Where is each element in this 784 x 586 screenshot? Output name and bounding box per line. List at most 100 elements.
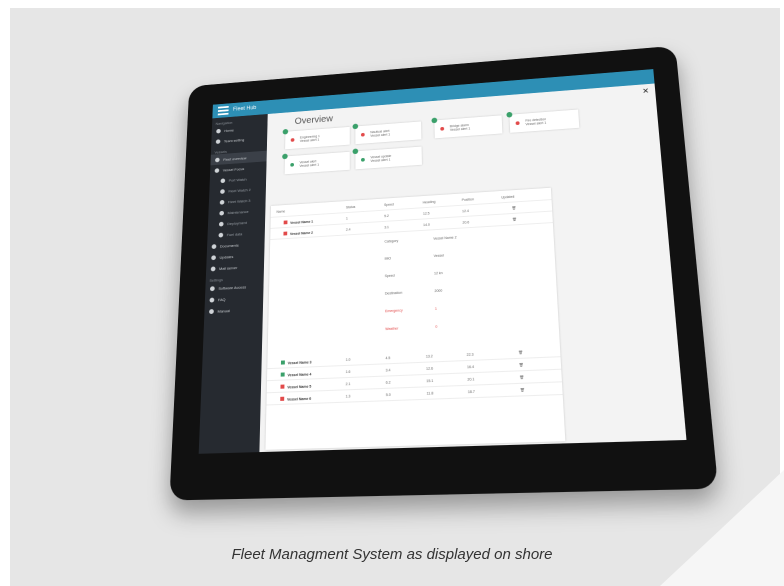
card-text: Vessel update Vessel alert 1 bbox=[370, 154, 392, 163]
detail-key: Speed bbox=[384, 273, 395, 279]
table-cell: 14.0 bbox=[423, 222, 430, 228]
sidebar-item-icon bbox=[218, 232, 224, 238]
detail-value: 12 kn bbox=[434, 271, 443, 276]
status-flag-icon bbox=[283, 231, 288, 236]
sidebar-item-label: Deployment bbox=[227, 219, 247, 226]
delete-icon[interactable]: 🗑 bbox=[519, 363, 524, 367]
sidebar-item-label: Maintenance bbox=[227, 208, 249, 215]
column-header[interactable]: Speed bbox=[384, 203, 394, 207]
table-cell: 18.7 bbox=[467, 389, 475, 395]
sidebar-item-label: Software Access bbox=[218, 284, 247, 291]
sidebar-item-icon bbox=[214, 167, 220, 173]
column-header[interactable]: Updated bbox=[501, 195, 514, 200]
sidebar-item-icon bbox=[220, 188, 225, 194]
sidebar-item-label: Mail server bbox=[219, 264, 238, 271]
column-header[interactable]: Status bbox=[346, 205, 355, 209]
alert-card[interactable]: Vessel alert Vessel alert 1 bbox=[282, 151, 350, 175]
sidebar: Navigation Home Team setting Vessels Fleet o… bbox=[198, 114, 268, 454]
status-dot bbox=[290, 138, 295, 142]
table-cell: 1 bbox=[345, 216, 348, 221]
sidebar-item-label: Updates bbox=[219, 253, 234, 260]
vessel-name: Vessel Name 2 bbox=[283, 230, 313, 236]
sidebar-item[interactable]: Manual bbox=[204, 303, 263, 317]
alert-card[interactable]: Fire detection Vessel alert 1 bbox=[506, 109, 580, 133]
alert-card[interactable]: Engineering 1 Vessel alert 1 bbox=[282, 126, 350, 150]
status-dot bbox=[360, 132, 365, 137]
table-cell: 1.6 bbox=[345, 369, 351, 375]
column-header[interactable]: Position bbox=[462, 197, 474, 202]
sidebar-item-icon bbox=[211, 254, 216, 260]
card-badge bbox=[352, 148, 359, 155]
sidebar-item-icon bbox=[209, 308, 214, 314]
table-cell: 3.1 bbox=[384, 225, 390, 230]
status-dot bbox=[440, 126, 445, 131]
sidebar-item-icon bbox=[210, 266, 216, 271]
sidebar-item-label: Home bbox=[224, 127, 234, 133]
detail-key: Emergency bbox=[385, 308, 403, 314]
card-badge bbox=[352, 123, 359, 130]
sidebar-item-icon bbox=[219, 199, 225, 205]
card-text: Bridge alarm Vessel alert 1 bbox=[449, 123, 471, 132]
close-icon[interactable]: ✕ bbox=[642, 87, 649, 96]
detail-value: 2000 bbox=[434, 288, 443, 294]
page-title: Overview bbox=[294, 114, 333, 127]
sidebar-item-label: Team setting bbox=[223, 137, 245, 143]
card-text: Fire detection Vessel alert 1 bbox=[525, 117, 547, 127]
sidebar-item-icon bbox=[209, 297, 215, 303]
delete-icon[interactable]: 🗑 bbox=[519, 375, 524, 379]
detail-key: Weather bbox=[385, 326, 399, 332]
detail-value: 0 bbox=[435, 324, 438, 329]
sidebar-item-icon bbox=[218, 221, 224, 227]
sidebar-item-label: Fleet Watch 2 bbox=[228, 186, 251, 193]
sidebar-item-icon bbox=[215, 157, 220, 162]
status-dot bbox=[361, 157, 365, 162]
table-cell: 2.1 bbox=[345, 382, 351, 387]
column-header[interactable]: Heading bbox=[423, 200, 436, 205]
detail-value: Vessel Name 2 bbox=[433, 235, 457, 241]
sidebar-item-icon bbox=[211, 243, 217, 249]
detail-value: Vessel bbox=[433, 253, 444, 259]
sidebar-item-label: Fuel data bbox=[226, 231, 243, 237]
vessel-name: Vessel Name 6 bbox=[280, 396, 311, 402]
main-content: ✕ Overview Engineering 1 Vessel alert 1 Na… bbox=[259, 84, 686, 453]
alert-card[interactable]: Bridge alarm Vessel alert 1 bbox=[431, 115, 503, 139]
column-header[interactable]: Name bbox=[276, 210, 285, 214]
tablet-screen: Fleet Hub Navigation Home Team setting Vess… bbox=[198, 69, 687, 454]
alert-card[interactable]: Nautical alert Vessel alert 1 bbox=[352, 121, 422, 145]
card-badge bbox=[431, 117, 438, 124]
table-cell: 15.1 bbox=[426, 378, 434, 384]
table-cell: 2.4 bbox=[345, 227, 351, 232]
delete-icon[interactable]: 🗑 bbox=[512, 218, 517, 222]
caption: Fleet Managment System as displayed on s… bbox=[231, 546, 553, 563]
status-flag-icon bbox=[280, 396, 285, 401]
table-cell: 12.5 bbox=[422, 211, 430, 216]
delete-icon[interactable]: 🗑 bbox=[512, 206, 517, 210]
status-flag-icon bbox=[280, 372, 285, 377]
delete-icon[interactable]: 🗑 bbox=[520, 388, 525, 392]
tablet-device: Fleet Hub Navigation Home Team setting Vess… bbox=[0, 0, 784, 586]
sidebar-item-icon bbox=[209, 285, 215, 291]
sidebar-item-icon bbox=[215, 138, 221, 144]
table-cell: 1.3 bbox=[345, 394, 351, 399]
card-badge bbox=[506, 111, 513, 118]
hamburger-menu-icon[interactable] bbox=[217, 105, 229, 116]
sidebar-item-label: Documents bbox=[219, 242, 239, 249]
sidebar-item-icon bbox=[219, 210, 225, 216]
table-cell: 13.2 bbox=[425, 354, 433, 359]
sidebar-item-label: FAQ bbox=[217, 296, 226, 302]
table-cell: 12.6 bbox=[426, 366, 434, 371]
status-dot bbox=[515, 121, 520, 126]
card-badge bbox=[282, 153, 288, 160]
vessel-name: Vessel Name 5 bbox=[280, 384, 311, 390]
table-cell: 12.4 bbox=[462, 209, 469, 214]
detail-key: Category bbox=[384, 238, 399, 244]
app-title: Fleet Hub bbox=[232, 105, 257, 113]
card-text: Engineering 1 Vessel alert 1 bbox=[299, 134, 320, 143]
status-flag-icon bbox=[283, 220, 288, 225]
delete-icon[interactable]: 🗑 bbox=[518, 350, 523, 354]
card-badge bbox=[282, 128, 289, 135]
alert-card[interactable]: Vessel update Vessel alert 1 bbox=[352, 146, 422, 170]
table-cell: 6.2 bbox=[385, 380, 391, 385]
status-dot bbox=[290, 162, 295, 167]
vessel-table: Name Status Speed Heading Position Updated Ves… bbox=[265, 187, 566, 450]
